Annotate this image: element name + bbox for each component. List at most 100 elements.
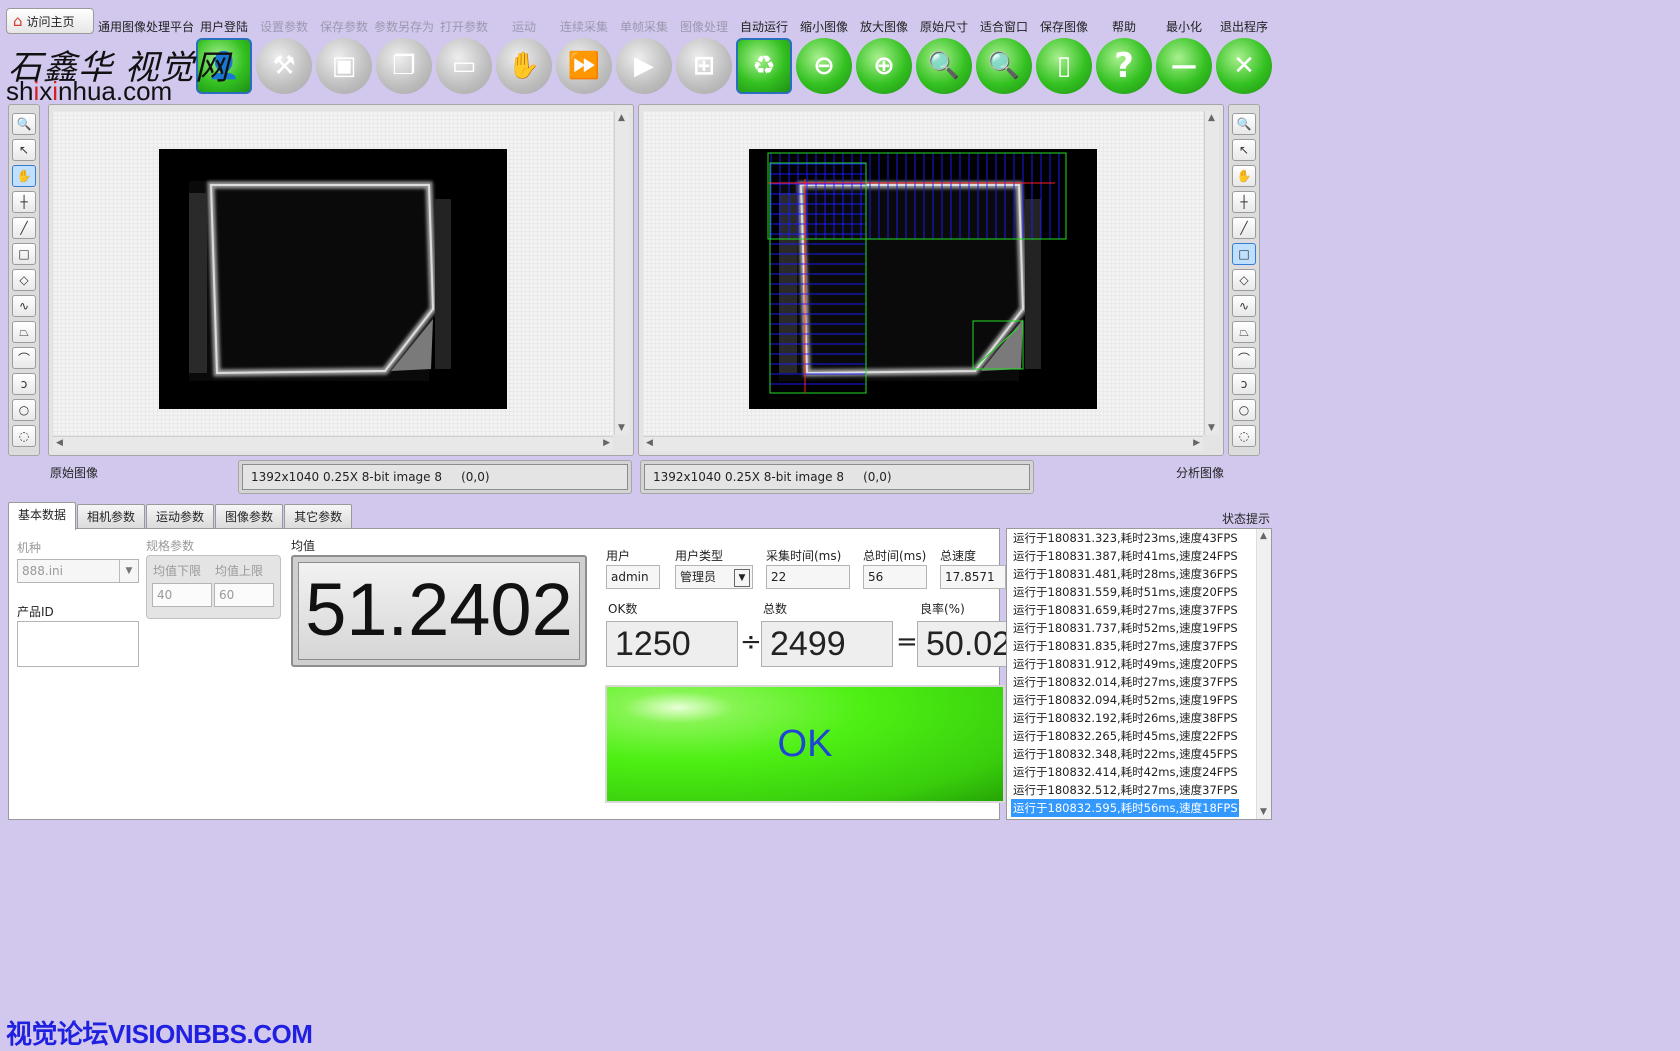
log-item[interactable]: 运行于180832.192,耗时26ms,速度38FPS: [1011, 709, 1255, 727]
pointer-icon[interactable]: ↖: [1232, 139, 1256, 161]
scroll-right-icon[interactable]: ▶: [1193, 438, 1200, 448]
log-item[interactable]: 运行于180831.659,耗时27ms,速度37FPS: [1011, 601, 1255, 619]
save-icon[interactable]: ▣: [316, 38, 372, 94]
log-item[interactable]: 运行于180832.265,耗时45ms,速度22FPS: [1011, 727, 1255, 745]
annulus-icon[interactable]: ◌: [12, 425, 36, 447]
save-as-icon[interactable]: ❐: [376, 38, 432, 94]
log-item[interactable]: 运行于180832.014,耗时27ms,速度37FPS: [1011, 673, 1255, 691]
log-scrollbar[interactable]: ▲ ▼: [1256, 529, 1271, 819]
mean-low-input[interactable]: 40: [152, 583, 212, 607]
ok-count-field: 1250: [606, 621, 738, 667]
polygon-icon[interactable]: ⏢: [12, 321, 36, 343]
line-icon[interactable]: ╱: [12, 217, 36, 239]
analysis-vertical-scrollbar[interactable]: ▲ ▼: [1204, 111, 1219, 435]
tab-3[interactable]: 图像参数: [215, 504, 284, 529]
oval-icon[interactable]: ○: [12, 399, 36, 421]
rotated-rect-icon[interactable]: ◇: [1232, 269, 1256, 291]
log-item[interactable]: 运行于180832.414,耗时42ms,速度24FPS: [1011, 763, 1255, 781]
recycle-icon[interactable]: ♻: [736, 38, 792, 94]
pan-hand-icon[interactable]: ✋: [1232, 165, 1256, 187]
scroll-left-icon[interactable]: ◀: [646, 438, 653, 448]
polygon-icon[interactable]: ⏢: [1232, 321, 1256, 343]
windows-icon[interactable]: ⊞: [676, 38, 732, 94]
freehand-region-icon[interactable]: ↄ: [1232, 373, 1256, 395]
log-item[interactable]: 运行于180832.348,耗时22ms,速度45FPS: [1011, 745, 1255, 763]
freehand-line-icon[interactable]: ∿: [12, 295, 36, 317]
original-image-canvas[interactable]: [53, 111, 613, 435]
fast-forward-icon[interactable]: ⏩: [556, 38, 612, 94]
tab-2[interactable]: 运动参数: [146, 504, 215, 529]
analysis-image-display[interactable]: ▲ ▼ ◀ ▶: [638, 104, 1224, 456]
user-type-select[interactable]: 管理员 ▼: [675, 565, 753, 589]
tab-0[interactable]: 基本数据: [8, 502, 77, 530]
log-item[interactable]: 运行于180831.323,耗时23ms,速度43FPS: [1011, 529, 1255, 547]
log-item[interactable]: 运行于180831.737,耗时52ms,速度19FPS: [1011, 619, 1255, 637]
scroll-right-icon[interactable]: ▶: [603, 438, 610, 448]
status-log-list[interactable]: 运行于180831.323,耗时23ms,速度43FPS 运行于180831.38…: [1006, 528, 1272, 820]
folder-open-icon[interactable]: ▭: [436, 38, 492, 94]
zoom-fit-icon[interactable]: 🔍: [976, 38, 1032, 94]
home-button[interactable]: ⌂ 访问主页: [6, 8, 94, 34]
hand-icon[interactable]: ✋: [496, 38, 552, 94]
house-icon: ⌂: [13, 12, 23, 30]
log-item[interactable]: 运行于180832.512,耗时27ms,速度37FPS: [1011, 781, 1255, 799]
toolbar-label-hand: 运动: [511, 20, 536, 34]
original-vertical-scrollbar[interactable]: ▲ ▼: [614, 111, 629, 435]
pan-hand-icon[interactable]: ✋: [12, 165, 36, 187]
play-icon[interactable]: ▶: [616, 38, 672, 94]
point-icon[interactable]: ┼: [12, 191, 36, 213]
help-icon[interactable]: ?: [1096, 38, 1152, 94]
log-item[interactable]: 运行于180832.094,耗时52ms,速度19FPS: [1011, 691, 1255, 709]
zoom-actual-icon[interactable]: 🔍: [916, 38, 972, 94]
chevron-down-icon[interactable]: ▼: [119, 560, 138, 582]
analysis-horizontal-scrollbar[interactable]: ◀ ▶: [643, 436, 1203, 451]
product-id-input[interactable]: [17, 621, 139, 667]
rotated-rect-icon[interactable]: ◇: [12, 269, 36, 291]
scroll-down-icon[interactable]: ▼: [1208, 423, 1215, 433]
log-item[interactable]: 运行于180831.387,耗时41ms,速度24FPS: [1011, 547, 1255, 565]
rectangle-icon[interactable]: □: [1232, 243, 1256, 265]
log-item[interactable]: 运行于180831.559,耗时51ms,速度20FPS: [1011, 583, 1255, 601]
analysis-image-status: 1392x1040 0.25X 8-bit image 8 (0,0): [640, 460, 1034, 494]
original-horizontal-scrollbar[interactable]: ◀ ▶: [53, 436, 613, 451]
analysis-image-canvas[interactable]: [643, 111, 1203, 435]
model-select[interactable]: 888.ini ▼: [17, 559, 139, 583]
line-icon[interactable]: ╱: [1232, 217, 1256, 239]
tools-icon[interactable]: ⚒: [256, 38, 312, 94]
close-icon[interactable]: ✕: [1216, 38, 1272, 94]
pointer-icon[interactable]: ↖: [12, 139, 36, 161]
annulus-icon[interactable]: ◌: [1232, 425, 1256, 447]
magnifier-icon[interactable]: 🔍: [12, 113, 36, 135]
magnifier-icon[interactable]: 🔍: [1232, 113, 1256, 135]
chevron-down-icon[interactable]: ▼: [734, 569, 750, 587]
tab-4[interactable]: 其它参数: [284, 504, 353, 529]
log-item[interactable]: 运行于180831.481,耗时28ms,速度36FPS: [1011, 565, 1255, 583]
rectangle-icon[interactable]: □: [12, 243, 36, 265]
scroll-up-icon[interactable]: ▲: [1260, 531, 1267, 541]
oval-icon[interactable]: ○: [1232, 399, 1256, 421]
original-image-display[interactable]: ▲ ▼ ◀ ▶: [48, 104, 634, 456]
scroll-left-icon[interactable]: ◀: [56, 438, 63, 448]
log-item[interactable]: 运行于180831.835,耗时27ms,速度37FPS: [1011, 637, 1255, 655]
zoom-out-icon[interactable]: ⊖: [796, 38, 852, 94]
zoom-in-icon[interactable]: ⊕: [856, 38, 912, 94]
toolbar-label-zoom-fit: 适合窗口: [979, 20, 1028, 34]
minimize-icon[interactable]: —: [1156, 38, 1212, 94]
original-camera-image: [159, 149, 507, 409]
scroll-up-icon[interactable]: ▲: [618, 113, 625, 123]
freehand-region-icon[interactable]: ↄ: [12, 373, 36, 395]
point-icon[interactable]: ┼: [1232, 191, 1256, 213]
scroll-down-icon[interactable]: ▼: [1260, 807, 1267, 817]
scroll-up-icon[interactable]: ▲: [1208, 113, 1215, 123]
mean-high-input[interactable]: 60: [214, 583, 274, 607]
log-item[interactable]: 运行于180832.595,耗时56ms,速度18FPS: [1011, 799, 1239, 817]
toolbar-label-zoom-in: 放大图像: [859, 20, 908, 34]
scroll-down-icon[interactable]: ▼: [618, 423, 625, 433]
polyline-icon[interactable]: ⌒: [12, 347, 36, 369]
polyline-icon[interactable]: ⌒: [1232, 347, 1256, 369]
toolbar-label-play: 单帧采集: [619, 20, 668, 34]
tab-1[interactable]: 相机参数: [77, 504, 146, 529]
freehand-line-icon[interactable]: ∿: [1232, 295, 1256, 317]
document-icon[interactable]: ▯: [1036, 38, 1092, 94]
log-item[interactable]: 运行于180831.912,耗时49ms,速度20FPS: [1011, 655, 1255, 673]
